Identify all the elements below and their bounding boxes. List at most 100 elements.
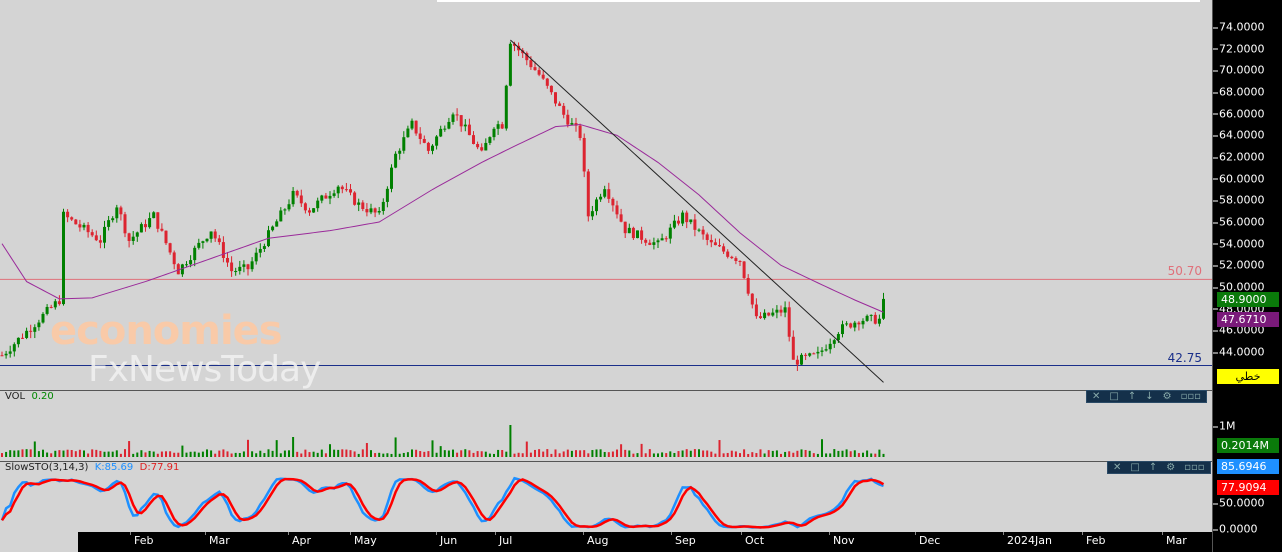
d-last-badge: 77.9094 bbox=[1217, 480, 1279, 495]
volume-bar bbox=[792, 452, 795, 457]
move-up-icon[interactable]: ↑ bbox=[1149, 462, 1157, 473]
volume-bar bbox=[739, 453, 741, 457]
candle-body bbox=[328, 195, 332, 199]
volume-bar bbox=[193, 451, 196, 457]
candle-body bbox=[787, 307, 791, 337]
candle-body bbox=[709, 239, 713, 243]
month-label: Aug bbox=[587, 534, 609, 547]
volume-bar bbox=[21, 449, 24, 457]
candle-body bbox=[303, 203, 307, 211]
candle-body bbox=[795, 359, 799, 365]
maximize-icon[interactable]: □ bbox=[1109, 391, 1118, 402]
candle-body bbox=[718, 245, 721, 247]
candle-body bbox=[730, 256, 734, 259]
volume-bar bbox=[747, 453, 750, 457]
candle-body bbox=[381, 201, 385, 211]
volume-bar bbox=[640, 443, 643, 457]
volume-bar bbox=[304, 449, 307, 457]
volume-bar bbox=[554, 449, 557, 457]
candle-body bbox=[127, 233, 131, 241]
price-tick: 54.0000 bbox=[1213, 237, 1265, 250]
volume-bar bbox=[812, 453, 815, 457]
price-tick: 56.0000 bbox=[1213, 216, 1265, 229]
sto-tick: 0.0000 bbox=[1213, 523, 1258, 536]
move-down-icon[interactable]: ↓ bbox=[1145, 391, 1153, 402]
close-icon[interactable]: ✕ bbox=[1092, 391, 1100, 402]
maximize-icon[interactable]: □ bbox=[1130, 462, 1139, 473]
candle-body bbox=[123, 214, 127, 234]
volume-bar bbox=[46, 452, 49, 457]
volume-bar bbox=[657, 453, 659, 457]
candle-body bbox=[804, 354, 808, 356]
volume-bar bbox=[816, 453, 819, 457]
candle-body bbox=[226, 257, 229, 263]
volume-bar bbox=[562, 451, 565, 457]
volume-bar bbox=[386, 453, 389, 457]
volume-bar bbox=[58, 450, 61, 457]
volume-bar bbox=[66, 449, 69, 457]
sto-panel-toolbar: ✕ □ ↑ ⚙ ▫▫▫ bbox=[1107, 461, 1211, 474]
candle-body bbox=[365, 209, 369, 213]
volume-bar bbox=[636, 453, 639, 457]
settings-icon[interactable]: ⚙ bbox=[1163, 391, 1172, 402]
candle-body bbox=[94, 235, 98, 241]
candle-body bbox=[627, 227, 631, 234]
volume-bar bbox=[238, 453, 241, 457]
volume-bar bbox=[751, 452, 754, 457]
close-icon[interactable]: ✕ bbox=[1113, 462, 1121, 473]
volume-bar bbox=[677, 451, 680, 457]
volume-bar bbox=[390, 453, 393, 457]
candle-body bbox=[566, 114, 570, 125]
candle-body bbox=[119, 207, 123, 215]
volume-bar bbox=[378, 452, 381, 457]
volume-bar bbox=[275, 440, 278, 457]
volume-bar bbox=[759, 449, 762, 457]
candle-body bbox=[677, 220, 680, 224]
volume-bar bbox=[849, 451, 852, 457]
volume-bar bbox=[427, 451, 430, 457]
volume-bar bbox=[652, 453, 655, 457]
candle-body bbox=[279, 210, 283, 222]
candle-body bbox=[443, 128, 447, 130]
candle-body bbox=[111, 218, 115, 221]
candle-body bbox=[283, 209, 287, 211]
volume-bar bbox=[710, 451, 713, 457]
candle-body bbox=[353, 192, 357, 205]
candle-body bbox=[767, 312, 771, 316]
settings-icon[interactable]: ⚙ bbox=[1166, 462, 1175, 473]
candle-body bbox=[603, 189, 607, 197]
stochastic-k-line bbox=[0, 476, 884, 529]
candle-body bbox=[656, 240, 660, 243]
volume-bar bbox=[558, 453, 561, 457]
more-icon[interactable]: ▫▫▫ bbox=[1184, 462, 1204, 473]
candle-body bbox=[459, 115, 463, 127]
candle-body bbox=[357, 202, 361, 205]
chart-plot[interactable] bbox=[0, 0, 1212, 532]
move-up-icon[interactable]: ↑ bbox=[1128, 391, 1136, 402]
volume-bar bbox=[83, 450, 85, 457]
volume-bar bbox=[136, 452, 139, 457]
candle-body bbox=[394, 153, 398, 168]
volume-bar bbox=[673, 452, 676, 457]
candle-body bbox=[377, 210, 381, 213]
candle-body bbox=[221, 242, 225, 258]
volume-bar bbox=[62, 450, 65, 457]
volume-bar bbox=[1, 453, 3, 457]
candle-body bbox=[668, 227, 672, 239]
candle-body bbox=[139, 224, 143, 233]
candle-body bbox=[299, 195, 303, 204]
more-icon[interactable]: ▫▫▫ bbox=[1181, 391, 1201, 402]
time-axis[interactable]: Feb Mar Apr May Jun Jul Aug Sep Oct Nov Dec 2024Jan… bbox=[78, 532, 1212, 552]
candle-body bbox=[152, 212, 156, 219]
candle-body bbox=[742, 261, 746, 278]
candle-body bbox=[246, 264, 250, 270]
candle-body bbox=[607, 189, 611, 199]
candle-body bbox=[0, 355, 4, 357]
chart-type-badge[interactable]: خطي bbox=[1217, 369, 1279, 384]
volume-bar bbox=[702, 450, 705, 457]
volume-bar bbox=[132, 453, 135, 457]
volume-bar bbox=[267, 449, 270, 457]
volume-bar bbox=[218, 450, 221, 457]
volume-bar bbox=[480, 451, 483, 457]
price-axis[interactable]: 44.0000 46.0000 48.0000 50.0000 52.0000 54.00… bbox=[1212, 0, 1282, 552]
